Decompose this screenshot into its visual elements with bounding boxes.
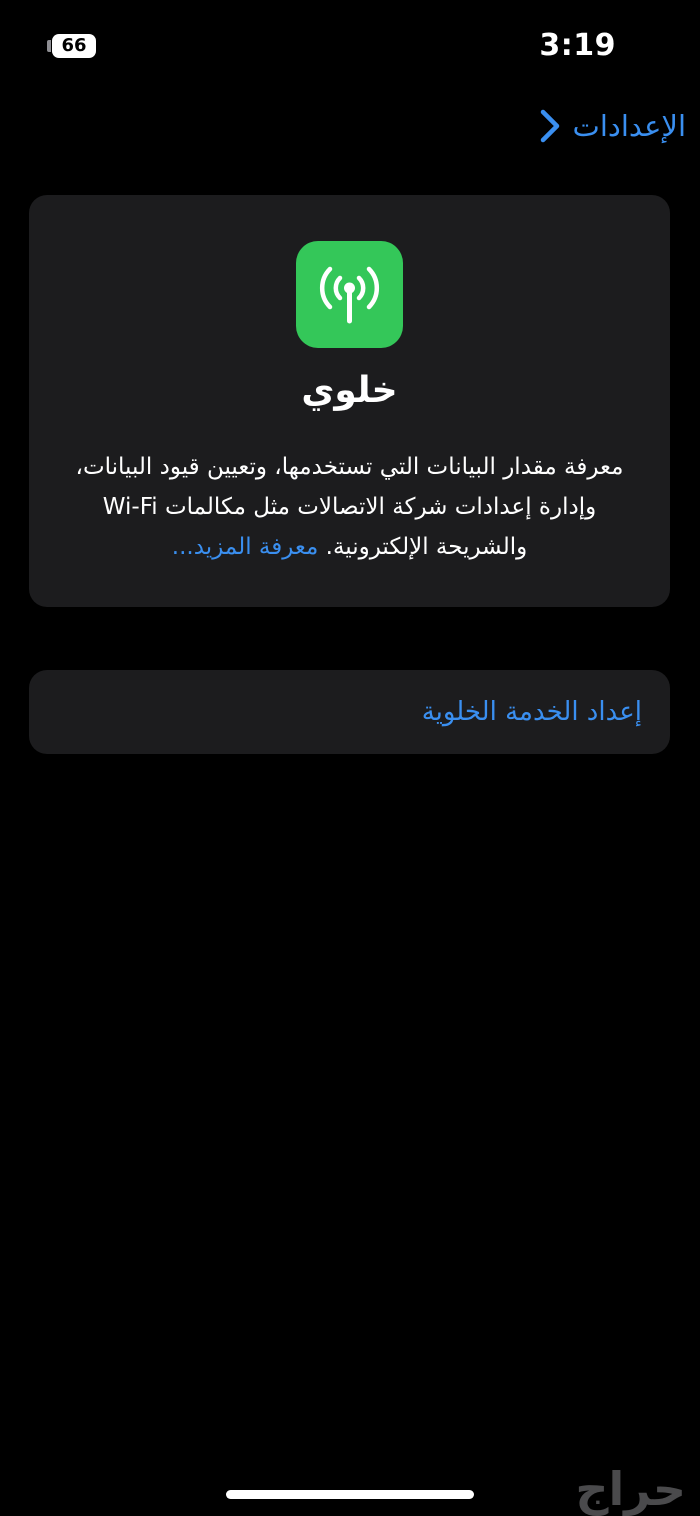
description-text: معرفة مقدار البيانات التي تستخدمها، وتعي… <box>75 454 624 560</box>
watermark-logo: حراج <box>575 1462 687 1516</box>
learn-more-link[interactable]: معرفة المزيد... <box>172 534 319 560</box>
home-indicator[interactable] <box>226 1490 474 1499</box>
cellular-info-card: خلوي معرفة مقدار البيانات التي تستخدمها،… <box>29 195 670 607</box>
page-title: خلوي <box>301 370 398 411</box>
chevron-right-icon <box>539 108 561 144</box>
antenna-signal-icon <box>296 241 403 348</box>
back-button[interactable]: الإعدادات <box>539 104 686 148</box>
setup-cellular-label: إعداد الخدمة الخلوية <box>421 697 642 727</box>
back-label: الإعدادات <box>572 109 686 143</box>
setup-cellular-button[interactable]: إعداد الخدمة الخلوية <box>29 670 670 754</box>
battery-indicator: 66 <box>52 34 96 58</box>
battery-nub <box>47 40 51 52</box>
status-bar-time: 3:19 <box>539 28 616 63</box>
cellular-description: معرفة مقدار البيانات التي تستخدمها، وتعي… <box>61 447 638 567</box>
